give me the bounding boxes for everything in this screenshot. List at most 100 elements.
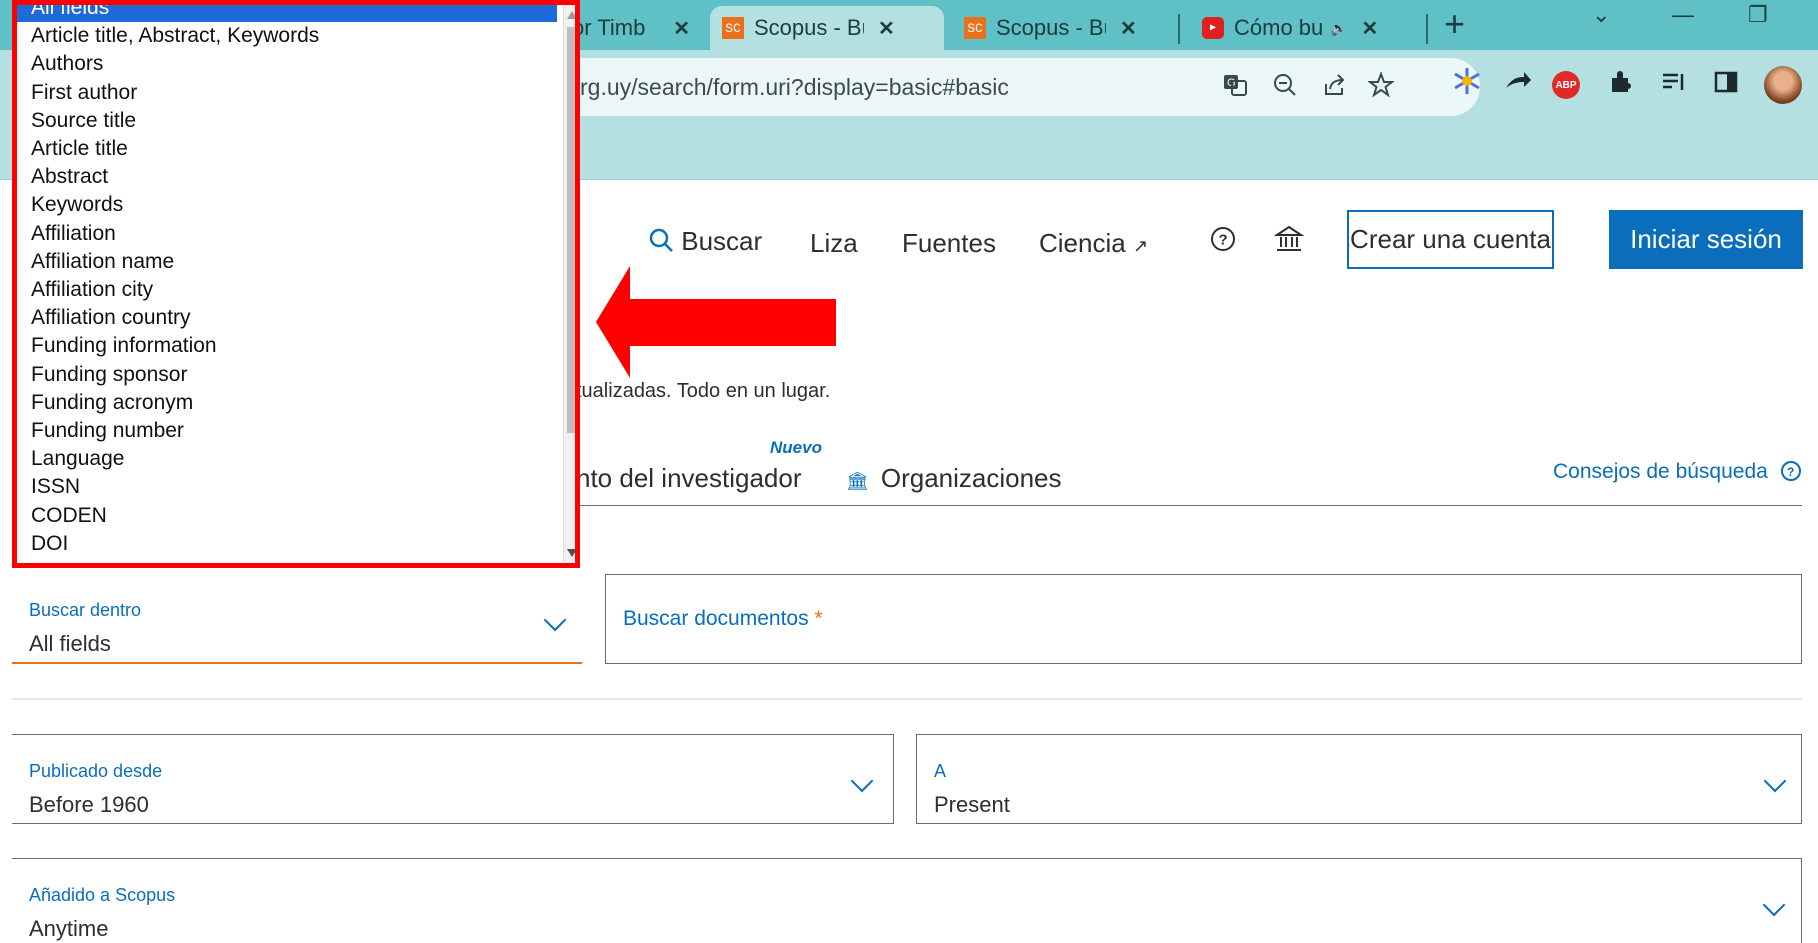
minimize-icon[interactable]: — bbox=[1672, 2, 1694, 28]
listbox-option[interactable]: Authors bbox=[17, 50, 557, 78]
listbox-option[interactable]: Affiliation country bbox=[17, 304, 557, 332]
required-mark: * bbox=[814, 607, 823, 630]
browser-tab-active[interactable]: SC Scopus - Búsq ✕ bbox=[710, 6, 944, 50]
listbox-option[interactable]: Language bbox=[17, 445, 557, 473]
search-documents-label: Buscar documentos * bbox=[623, 607, 823, 631]
side-panel-icon[interactable] bbox=[1712, 68, 1740, 103]
new-badge: Nuevo bbox=[770, 438, 822, 457]
institution-icon[interactable] bbox=[1273, 224, 1305, 261]
youtube-favicon-icon: ▶ bbox=[1202, 17, 1224, 39]
extension-snowflake-icon[interactable] bbox=[1452, 66, 1482, 103]
search-icon bbox=[648, 226, 681, 256]
listbox-option[interactable]: ISSN bbox=[17, 473, 557, 501]
listbox-option[interactable]: First author bbox=[17, 79, 557, 107]
listbox-option[interactable]: Abstract bbox=[17, 163, 557, 191]
chevron-down-icon bbox=[543, 608, 567, 632]
listbox-option[interactable]: Affiliation city bbox=[17, 276, 557, 304]
url-text[interactable]: rg.uy/search/form.uri?display=basic#basi… bbox=[580, 74, 1009, 101]
sign-in-button[interactable]: Iniciar sesión bbox=[1609, 210, 1803, 269]
listbox-option[interactable]: Keywords bbox=[17, 191, 557, 219]
browser-tab[interactable]: or Timb ✕ bbox=[560, 6, 702, 50]
nav-sources[interactable]: Fuentes bbox=[902, 228, 996, 259]
share-icon[interactable] bbox=[1322, 72, 1348, 105]
tab-organizations-label: Organizaciones bbox=[880, 463, 1062, 493]
search-within-listbox[interactable]: All fields Article title, Abstract, Keywo… bbox=[12, 0, 580, 568]
close-icon[interactable]: ✕ bbox=[1120, 16, 1137, 41]
chevron-down-icon bbox=[1763, 769, 1787, 793]
listbox-option[interactable]: Article title, Abstract, Keywords bbox=[17, 22, 557, 50]
extensions-puzzle-icon[interactable] bbox=[1608, 68, 1636, 103]
extension-arrow-icon[interactable] bbox=[1504, 70, 1532, 101]
tab-label: or Timb bbox=[572, 15, 646, 40]
nav-search[interactable]: Buscar bbox=[648, 226, 762, 257]
tab-label: Scopus - Búsq bbox=[754, 15, 864, 40]
listbox-option[interactable]: Funding information bbox=[17, 332, 557, 360]
added-to-scopus-select[interactable]: Añadido a Scopus Anytime bbox=[12, 858, 1802, 943]
svg-text:?: ? bbox=[1787, 465, 1794, 479]
tab-organizations[interactable]: 🏛 Organizaciones bbox=[846, 463, 1062, 494]
scrollbar-thumb[interactable] bbox=[567, 27, 575, 433]
profile-avatar[interactable] bbox=[1764, 66, 1802, 104]
close-icon[interactable]: ✕ bbox=[1361, 16, 1378, 41]
published-from-label: Publicado desde bbox=[29, 761, 163, 781]
published-to-value: Present bbox=[934, 792, 1010, 817]
zoom-out-icon[interactable] bbox=[1272, 72, 1298, 105]
search-within-value: All fields bbox=[29, 631, 111, 656]
tagline-text: tualizadas. Todo en un lugar. bbox=[576, 380, 831, 402]
scroll-down-icon[interactable] bbox=[567, 549, 575, 557]
new-tab-button[interactable]: + bbox=[1444, 4, 1465, 44]
search-documents-input[interactable]: Buscar documentos * bbox=[605, 574, 1802, 664]
search-within-label: Buscar dentro bbox=[29, 600, 142, 620]
speaker-icon[interactable]: 🔈 bbox=[1330, 20, 1347, 37]
published-from-value: Before 1960 bbox=[29, 792, 149, 817]
nav-search-label: Buscar bbox=[681, 226, 763, 256]
nav-science[interactable]: Ciencia ↗ bbox=[1039, 228, 1148, 259]
listbox-option-selected[interactable]: All fields bbox=[17, 5, 557, 22]
chevron-down-icon bbox=[850, 769, 874, 793]
listbox-option[interactable]: Funding acronym bbox=[17, 389, 557, 417]
restore-icon[interactable]: ❐ bbox=[1748, 2, 1768, 28]
published-to-select[interactable]: A Present bbox=[916, 734, 1802, 824]
translate-icon[interactable]: G bbox=[1222, 72, 1248, 105]
published-to-label: A bbox=[934, 761, 947, 781]
nav-science-label: Ciencia bbox=[1039, 228, 1126, 258]
create-account-button[interactable]: Crear una cuenta bbox=[1347, 210, 1554, 269]
search-within-select[interactable]: Buscar dentro All fields bbox=[12, 574, 582, 664]
search-documents-label-text: Buscar documentos bbox=[623, 607, 809, 630]
bookmark-star-icon[interactable] bbox=[1367, 71, 1395, 105]
organization-icon: 🏛 bbox=[846, 471, 869, 491]
tab-search-icon[interactable]: ⌄ bbox=[1592, 2, 1610, 28]
listbox-option[interactable]: Affiliation bbox=[17, 220, 557, 248]
browser-tab[interactable]: SC Scopus - Búsq ✕ bbox=[952, 6, 1170, 50]
external-link-icon: ↗ bbox=[1132, 236, 1149, 256]
tabs-divider bbox=[576, 505, 1802, 506]
tab-label: Scopus - Búsq bbox=[996, 15, 1106, 40]
listbox-option[interactable]: Affiliation name bbox=[17, 248, 557, 276]
listbox-option[interactable]: CODEN bbox=[17, 502, 557, 530]
scroll-up-icon[interactable] bbox=[567, 11, 575, 19]
close-icon[interactable]: ✕ bbox=[878, 16, 895, 41]
listbox-option[interactable]: Article title bbox=[17, 135, 557, 163]
media-queue-icon[interactable] bbox=[1660, 68, 1688, 103]
listbox-option[interactable]: Funding sponsor bbox=[17, 361, 557, 389]
nav-lists[interactable]: Liza bbox=[810, 228, 858, 259]
scopus-favicon-icon: SC bbox=[964, 17, 986, 39]
adblock-plus-icon[interactable]: ABP bbox=[1552, 71, 1580, 99]
tab-researcher-discovery[interactable]: nto del investigador bbox=[576, 463, 801, 494]
address-bar[interactable]: rg.uy/search/form.uri?display=basic#basi… bbox=[470, 58, 1480, 116]
listbox-option[interactable]: DOI bbox=[17, 530, 557, 558]
search-tips-label: Consejos de búsqueda bbox=[1553, 460, 1768, 483]
added-to-scopus-value: Anytime bbox=[29, 916, 109, 941]
close-icon[interactable]: ✕ bbox=[673, 16, 690, 41]
help-icon[interactable]: ? bbox=[1210, 226, 1236, 259]
search-tips-link[interactable]: Consejos de búsqueda ? bbox=[1553, 460, 1802, 484]
listbox-option[interactable]: Funding number bbox=[17, 417, 557, 445]
browser-tab[interactable]: ▶ Cómo bus 🔈 ✕ bbox=[1190, 6, 1422, 50]
red-arrow-annotation bbox=[596, 266, 836, 378]
tab-separator bbox=[1426, 14, 1428, 44]
scopus-favicon-icon: SC bbox=[722, 17, 744, 39]
listbox-scrollbar[interactable] bbox=[563, 5, 575, 563]
form-divider bbox=[12, 698, 1802, 700]
listbox-option[interactable]: Source title bbox=[17, 107, 557, 135]
published-from-select[interactable]: Publicado desde Before 1960 bbox=[12, 734, 894, 824]
